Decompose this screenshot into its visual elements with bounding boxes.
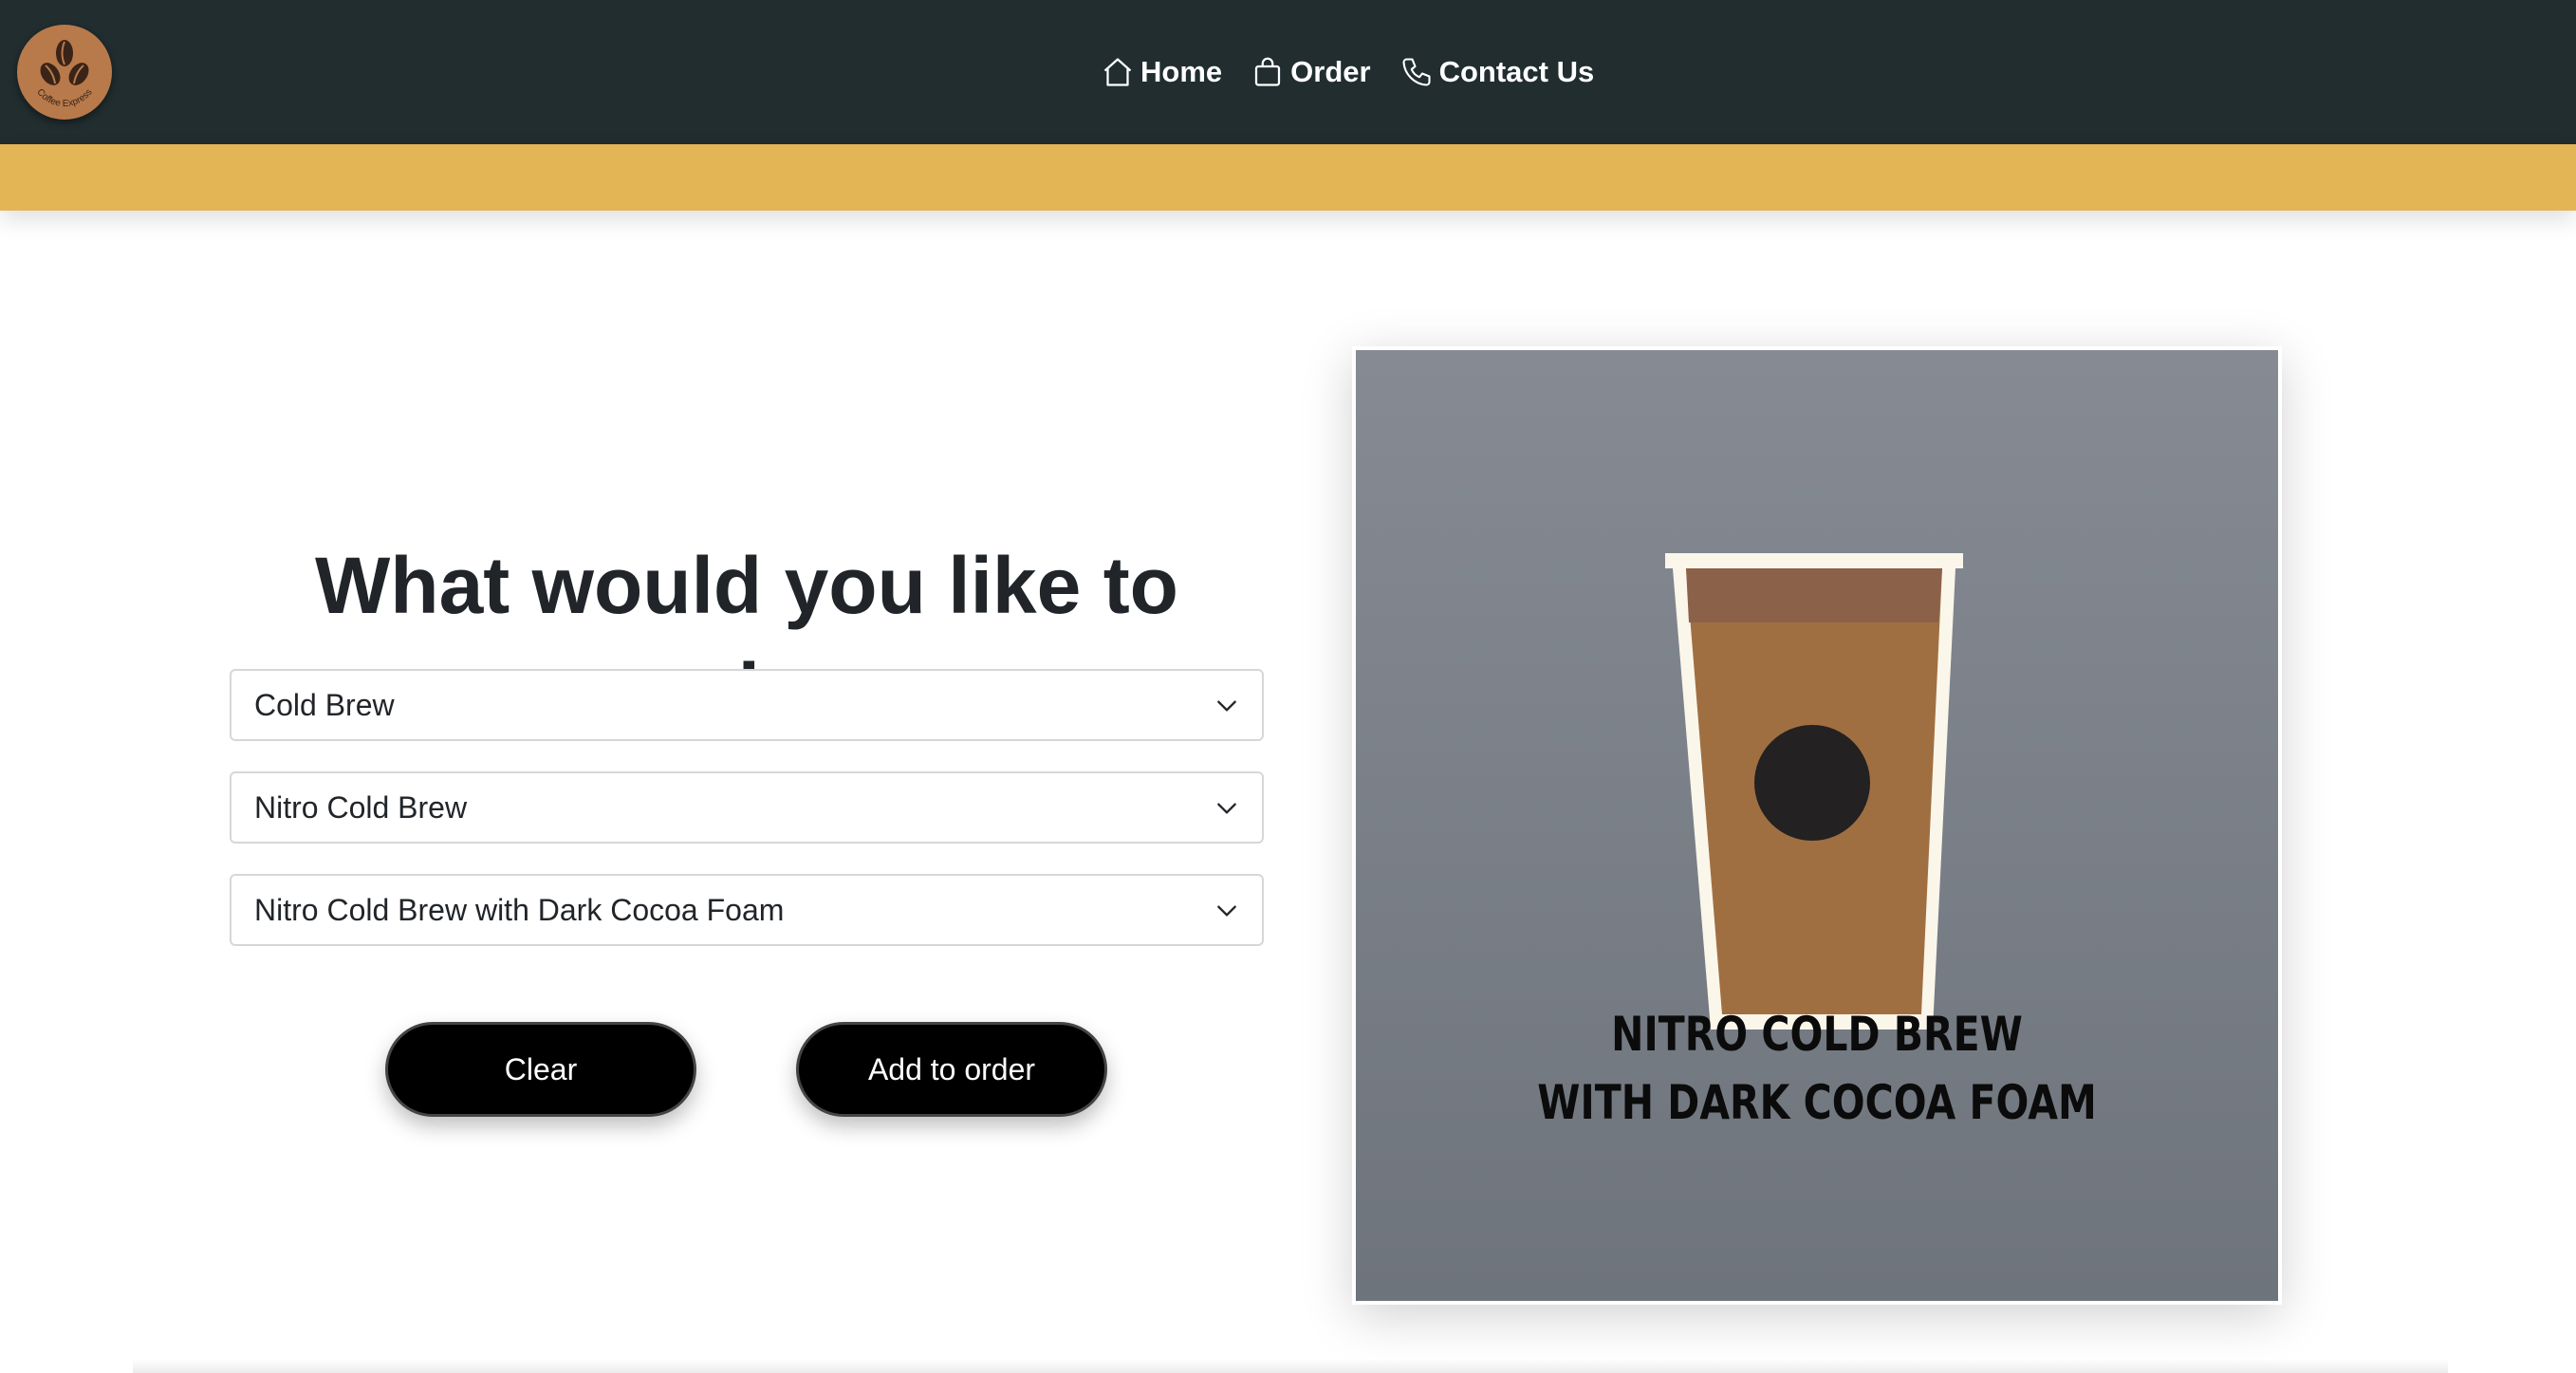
product-card: NITRO COLD BREW WITH DARK COCOA FOAM bbox=[1352, 346, 2282, 1305]
product-image: NITRO COLD BREW WITH DARK COCOA FOAM bbox=[1356, 350, 2278, 1301]
chevron-down-icon bbox=[1217, 803, 1236, 814]
coffee-cup-icon bbox=[1665, 553, 1963, 1030]
phone-icon bbox=[1402, 58, 1431, 86]
svg-text:Coffee Express: Coffee Express bbox=[34, 87, 94, 109]
coffee-express-logo[interactable]: Coffee Express bbox=[17, 25, 112, 120]
coffee-beans-icon: Coffee Express bbox=[34, 40, 95, 109]
nav-item-home[interactable]: Home bbox=[1101, 55, 1222, 89]
variant-select[interactable]: Nitro Cold Brew with Dark Cocoa Foam bbox=[230, 874, 1264, 946]
nav-item-contact[interactable]: Contact Us bbox=[1399, 55, 1595, 89]
product-caption-line1: NITRO COLD BREW bbox=[1611, 1007, 2023, 1062]
category-select[interactable]: Cold Brew bbox=[230, 669, 1264, 741]
nav-label-contact: Contact Us bbox=[1438, 55, 1595, 88]
variant-select-value: Nitro Cold Brew with Dark Cocoa Foam bbox=[254, 893, 785, 927]
product-caption-line2: WITH DARK COCOA FOAM bbox=[1537, 1075, 2097, 1130]
drink-select[interactable]: Nitro Cold Brew bbox=[230, 771, 1264, 844]
chevron-down-icon bbox=[1217, 905, 1236, 917]
add-to-order-button[interactable]: Add to order bbox=[796, 1022, 1107, 1117]
accent-band bbox=[0, 144, 2576, 211]
house-icon bbox=[1103, 58, 1132, 86]
logo-text: Coffee Express bbox=[34, 87, 94, 109]
main-nav: Home Order Contact Us bbox=[1101, 49, 1622, 95]
nav-label-order: Order bbox=[1290, 55, 1371, 88]
footer-shadow bbox=[133, 1359, 2448, 1373]
nav-label-home: Home bbox=[1140, 55, 1223, 88]
nav-item-order[interactable]: Order bbox=[1251, 55, 1371, 89]
category-select-value: Cold Brew bbox=[254, 688, 395, 722]
shopping-bag-icon bbox=[1255, 57, 1281, 86]
drink-select-value: Nitro Cold Brew bbox=[254, 790, 468, 825]
chevron-down-icon bbox=[1217, 700, 1236, 712]
clear-button[interactable]: Clear bbox=[385, 1022, 696, 1117]
top-navbar: Coffee Express Home Order Contact Us bbox=[0, 0, 2576, 144]
